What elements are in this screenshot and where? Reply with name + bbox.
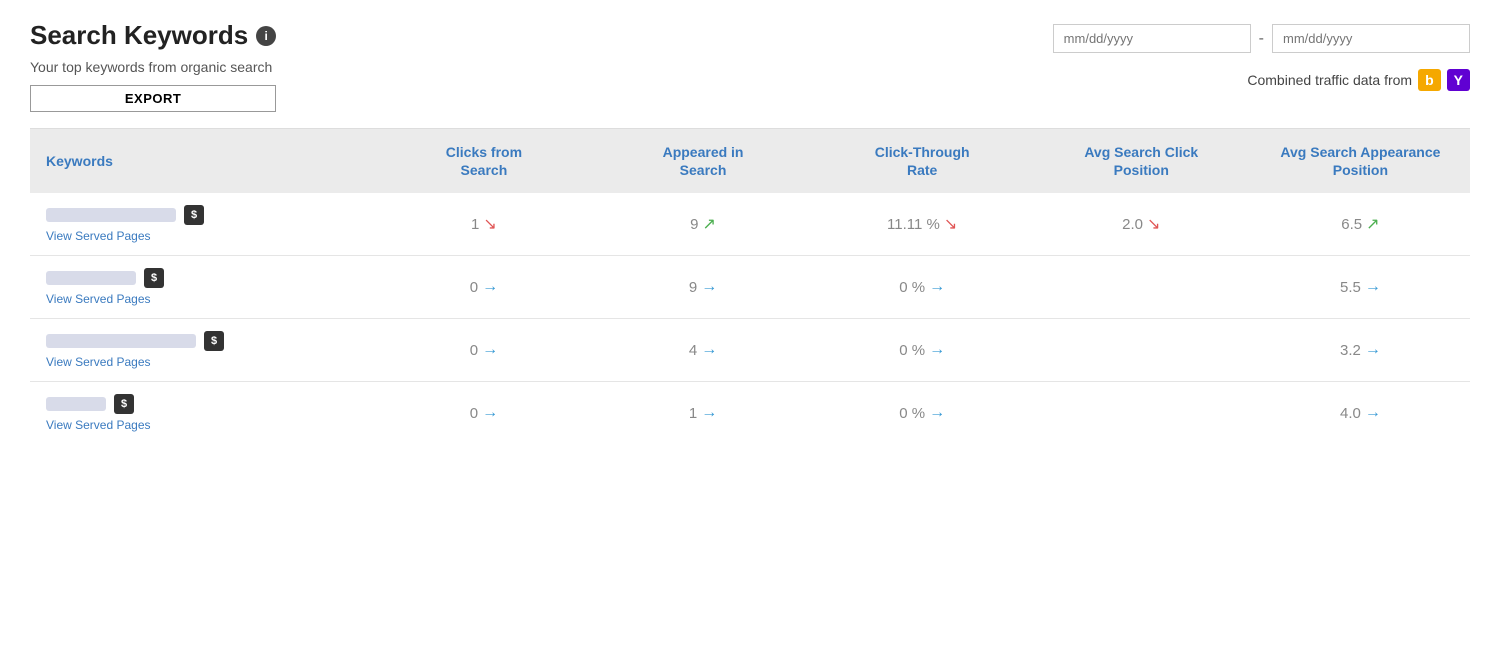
clicks-value: 0 → — [470, 278, 498, 296]
ctr-arrow: ↘ — [944, 214, 957, 234]
ctr-cell: 0 % → — [813, 256, 1032, 319]
clicks-arrow: → — [482, 404, 498, 422]
view-served-pages[interactable]: View Served Pages — [46, 292, 364, 306]
page-header: Search Keywords i Your top keywords from… — [30, 20, 1470, 112]
col-avg-click-pos: Avg Search Click Position — [1032, 129, 1251, 193]
dollar-badge: $ — [114, 394, 134, 414]
appeared-value: 1 → — [689, 404, 717, 422]
ctr-value: 0 % → — [899, 278, 945, 296]
ctr-value: 0 % → — [899, 404, 945, 422]
appeared-cell: 4 → — [593, 319, 812, 382]
clicks-arrow: → — [482, 278, 498, 296]
keyword-blur — [46, 271, 136, 285]
ctr-arrow: → — [929, 341, 945, 359]
ctr-arrow: → — [929, 278, 945, 296]
appeared-arrow: → — [701, 278, 717, 296]
clicks-value: 0 → — [470, 404, 498, 422]
appeared-cell: 9 ↗ — [593, 193, 812, 256]
end-date-input[interactable] — [1272, 24, 1470, 53]
keywords-table-wrapper: Keywords Clicks from Search Appeared in … — [30, 128, 1470, 444]
date-range-area: - — [1053, 24, 1470, 53]
export-button[interactable]: EXPORT — [30, 85, 276, 112]
appeared-value: 4 → — [689, 341, 717, 359]
appeared-arrow: ↗ — [703, 214, 716, 234]
dollar-badge: $ — [204, 331, 224, 351]
clicks-cell: 0 → — [374, 319, 593, 382]
col-ctr: Click-Through Rate — [813, 129, 1032, 193]
traffic-label: Combined traffic data from — [1247, 72, 1412, 88]
subtitle: Your top keywords from organic search — [30, 59, 276, 75]
avg-appear-value: 3.2 → — [1340, 341, 1381, 359]
keyword-cell: $ View Served Pages — [30, 382, 374, 445]
avg-click-arrow: ↘ — [1147, 214, 1160, 234]
start-date-input[interactable] — [1053, 24, 1251, 53]
avg-appear-pos-cell: 6.5 ↗ — [1251, 193, 1470, 256]
table-row: $ View Served Pages 0 → 9 → 0 % → 5.5 → — [30, 256, 1470, 319]
avg-appear-value: 5.5 → — [1340, 278, 1381, 296]
avg-click-value: 2.0 ↘ — [1122, 214, 1160, 234]
clicks-cell: 0 → — [374, 256, 593, 319]
keyword-cell: $ View Served Pages — [30, 319, 374, 382]
appeared-arrow: → — [701, 341, 717, 359]
avg-appear-arrow: ↗ — [1366, 214, 1379, 234]
ctr-cell: 0 % → — [813, 382, 1032, 445]
avg-appear-arrow: → — [1365, 341, 1381, 359]
avg-click-pos-cell — [1032, 319, 1251, 382]
appeared-arrow: → — [701, 404, 717, 422]
avg-appear-pos-cell: 5.5 → — [1251, 256, 1470, 319]
clicks-cell: 0 → — [374, 382, 593, 445]
avg-click-pos-cell: 2.0 ↘ — [1032, 193, 1251, 256]
avg-click-pos-cell — [1032, 382, 1251, 445]
yahoo-badge: Y — [1447, 69, 1470, 91]
appeared-value: 9 ↗ — [690, 214, 716, 234]
ctr-arrow: → — [929, 404, 945, 422]
appeared-value: 9 → — [689, 278, 717, 296]
table-row: $ View Served Pages 0 → 4 → 0 % → 3.2 → — [30, 319, 1470, 382]
ctr-cell: 0 % → — [813, 319, 1032, 382]
appeared-cell: 9 → — [593, 256, 812, 319]
page-title: Search Keywords i — [30, 20, 276, 51]
col-clicks: Clicks from Search — [374, 129, 593, 193]
keywords-table: Keywords Clicks from Search Appeared in … — [30, 129, 1470, 444]
clicks-value: 1 ↘ — [471, 214, 497, 234]
info-icon[interactable]: i — [256, 26, 276, 46]
ctr-value: 0 % → — [899, 341, 945, 359]
ctr-value: 11.11 % ↘ — [887, 214, 957, 234]
ctr-cell: 11.11 % ↘ — [813, 193, 1032, 256]
right-panel: - Combined traffic data from b Y — [1053, 20, 1470, 91]
title-text: Search Keywords — [30, 20, 248, 51]
appeared-cell: 1 → — [593, 382, 812, 445]
avg-appear-value: 6.5 ↗ — [1341, 214, 1379, 234]
view-served-pages[interactable]: View Served Pages — [46, 418, 364, 432]
table-row: $ View Served Pages 0 → 1 → 0 % → 4.0 → — [30, 382, 1470, 445]
avg-click-pos-cell — [1032, 256, 1251, 319]
title-area: Search Keywords i Your top keywords from… — [30, 20, 276, 112]
avg-appear-pos-cell: 4.0 → — [1251, 382, 1470, 445]
col-keywords: Keywords — [30, 129, 374, 193]
keyword-blur — [46, 208, 176, 222]
clicks-value: 0 → — [470, 341, 498, 359]
dollar-badge: $ — [144, 268, 164, 288]
clicks-cell: 1 ↘ — [374, 193, 593, 256]
traffic-source: Combined traffic data from b Y — [1247, 69, 1470, 91]
table-header-row: Keywords Clicks from Search Appeared in … — [30, 129, 1470, 193]
avg-appear-arrow: → — [1365, 404, 1381, 422]
dollar-badge: $ — [184, 205, 204, 225]
table-row: $ View Served Pages 1 ↘ 9 ↗ 11.11 % ↘ 2.0… — [30, 193, 1470, 256]
col-appeared: Appeared in Search — [593, 129, 812, 193]
date-separator: - — [1259, 30, 1264, 48]
avg-appear-value: 4.0 → — [1340, 404, 1381, 422]
view-served-pages[interactable]: View Served Pages — [46, 229, 364, 243]
avg-appear-arrow: → — [1365, 278, 1381, 296]
keyword-blur — [46, 397, 106, 411]
avg-appear-pos-cell: 3.2 → — [1251, 319, 1470, 382]
clicks-arrow: → — [482, 341, 498, 359]
keyword-cell: $ View Served Pages — [30, 193, 374, 256]
bing-badge: b — [1418, 69, 1441, 91]
view-served-pages[interactable]: View Served Pages — [46, 355, 364, 369]
col-avg-appear-pos: Avg Search Appearance Position — [1251, 129, 1470, 193]
clicks-arrow: ↘ — [483, 214, 496, 234]
keyword-cell: $ View Served Pages — [30, 256, 374, 319]
keyword-blur — [46, 334, 196, 348]
